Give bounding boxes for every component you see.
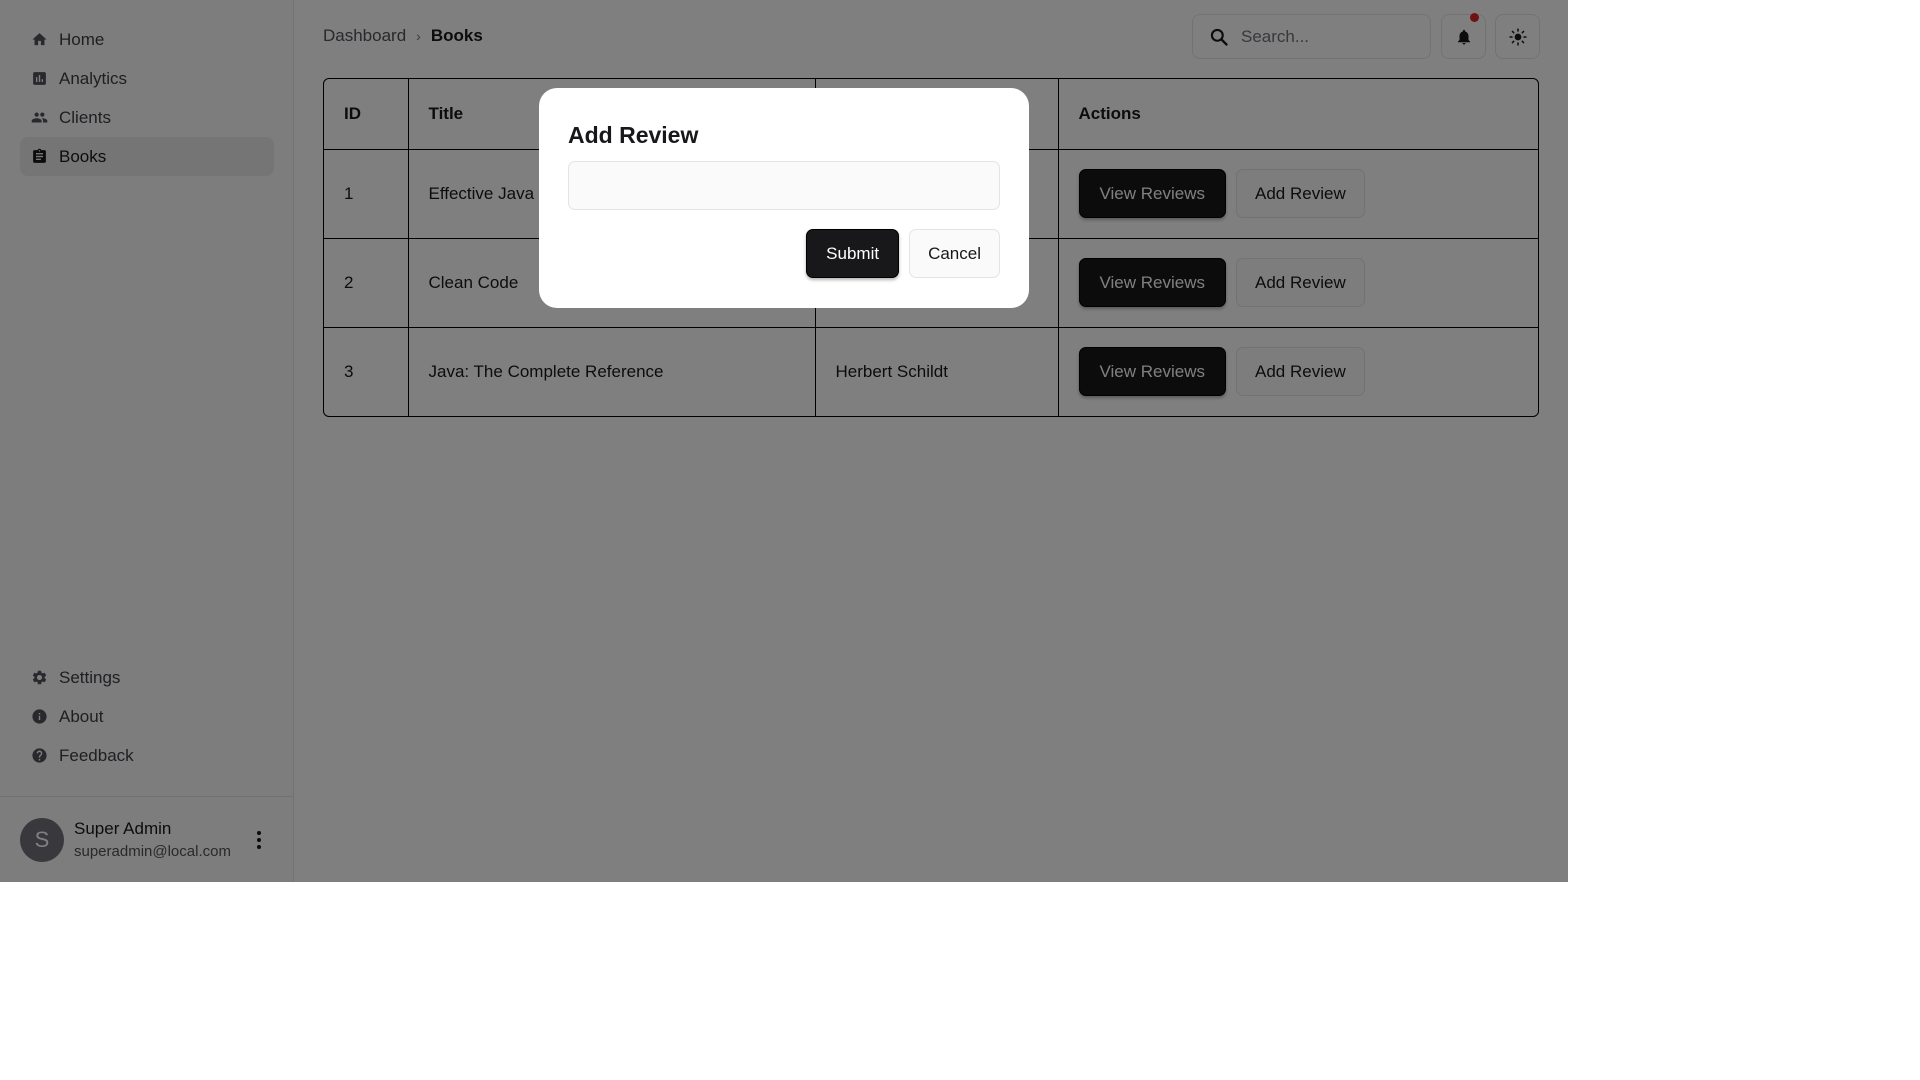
submit-button[interactable]: Submit — [806, 229, 900, 278]
add-review-dialog: Add Review Submit Cancel — [539, 88, 1029, 308]
dialog-actions: Submit Cancel — [806, 229, 1000, 278]
review-input[interactable] — [568, 161, 1000, 210]
dialog-title: Add Review — [568, 122, 699, 148]
cancel-button[interactable]: Cancel — [909, 229, 1000, 278]
